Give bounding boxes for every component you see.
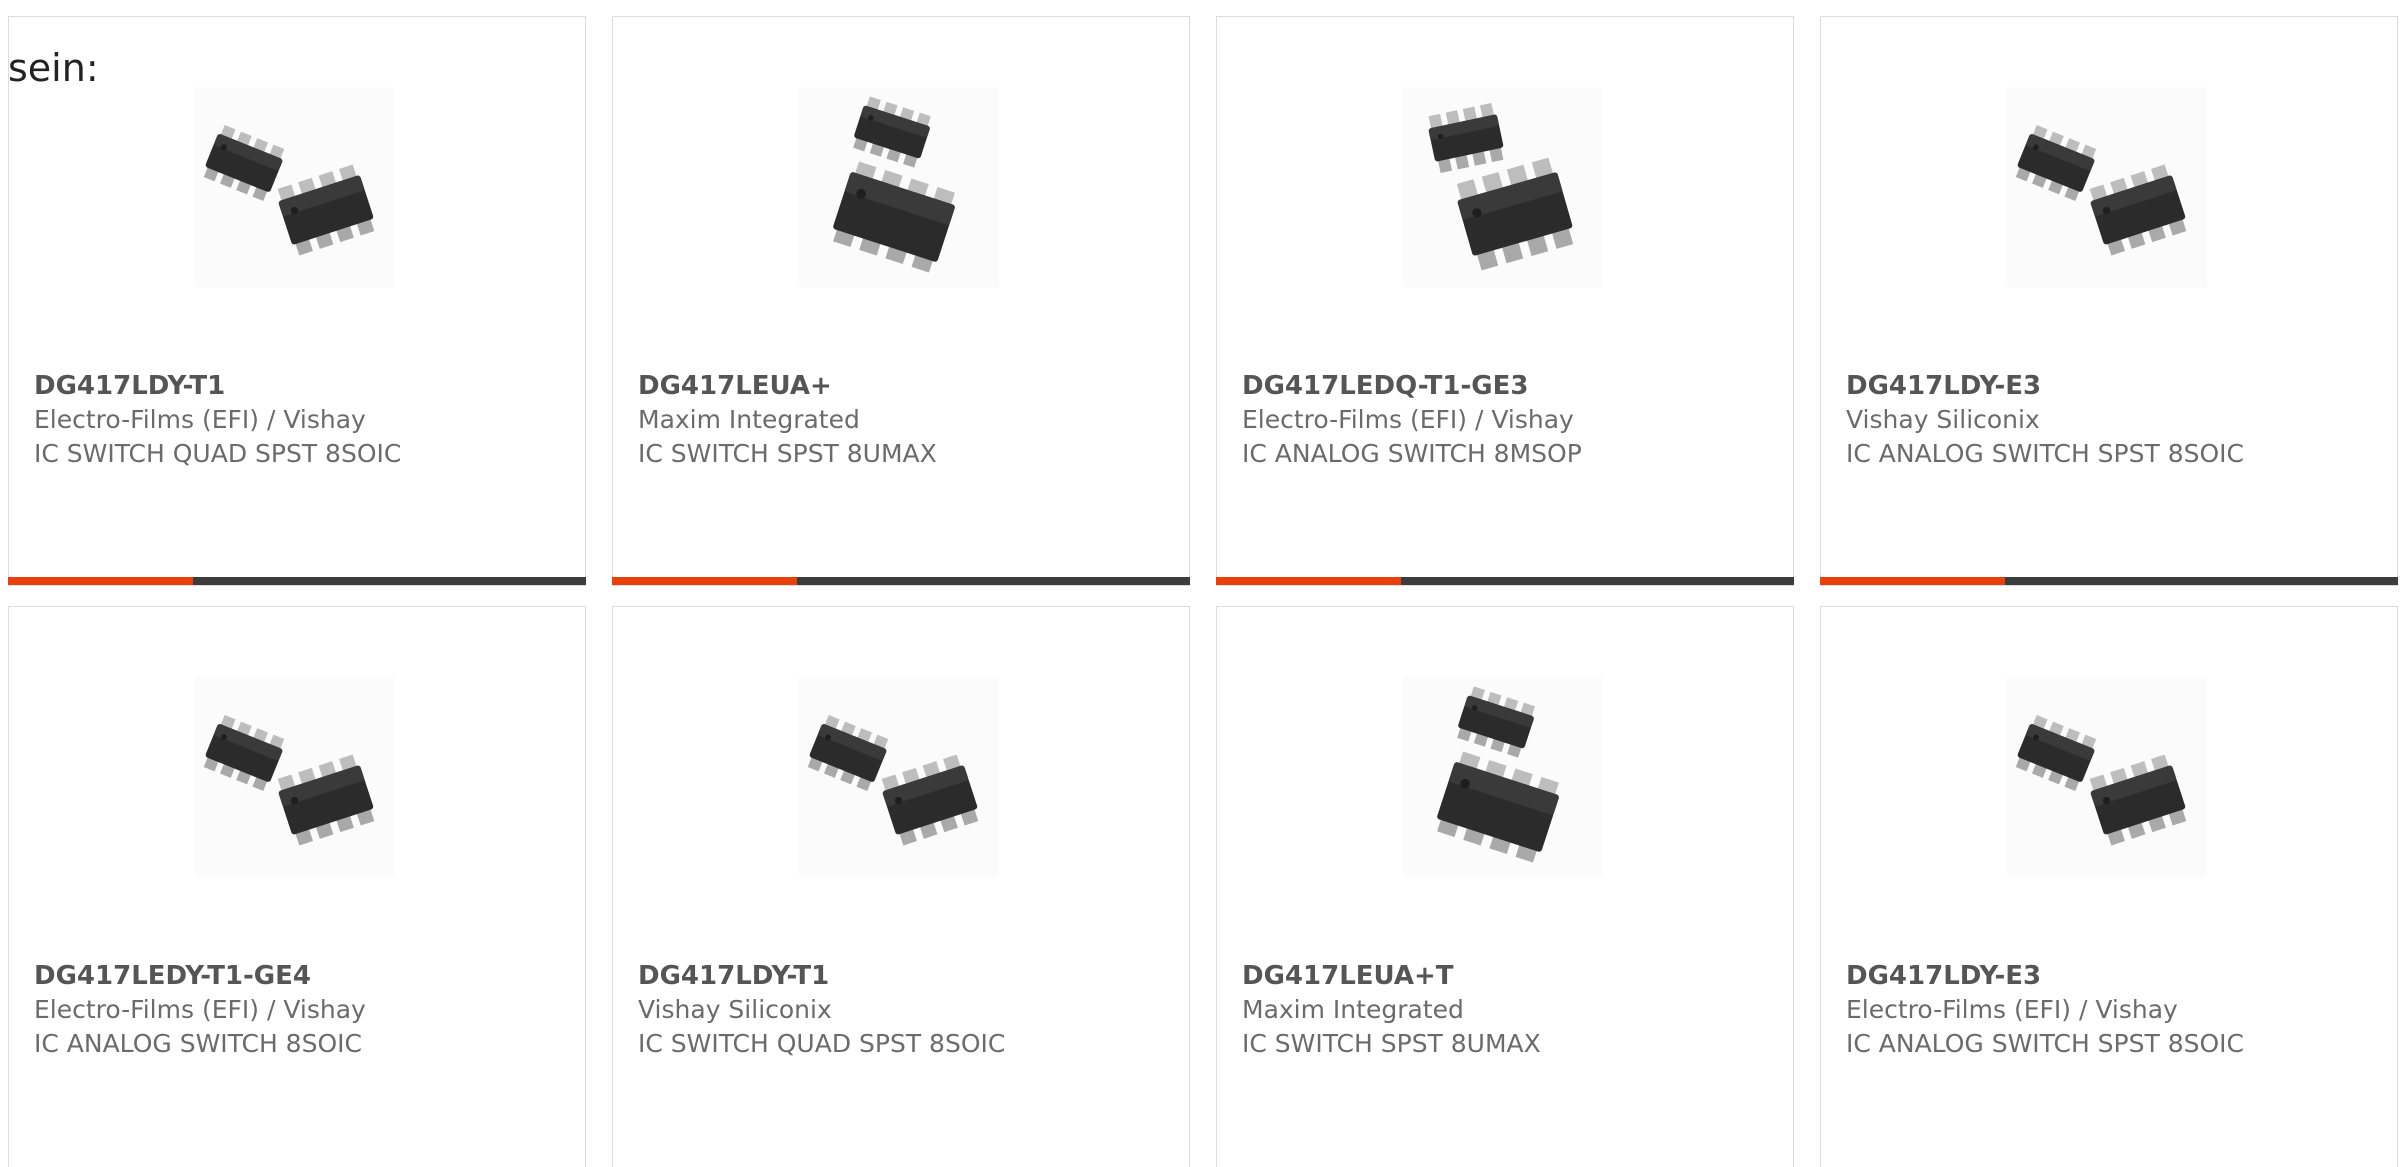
part-number[interactable]: DG417LEUA+T — [1242, 961, 1453, 991]
chip-package-image — [1403, 677, 1603, 877]
product-card[interactable]: DG417LEDQ-T1-GE3 Electro-Films (EFI) / V… — [1216, 16, 1794, 586]
progress-accent — [1216, 577, 1401, 585]
manufacturer: Electro-Films (EFI) / Vishay — [34, 995, 366, 1024]
part-number[interactable]: DG417LDY-T1 — [34, 371, 225, 401]
description: IC SWITCH QUAD SPST 8SOIC — [34, 439, 402, 468]
product-card[interactable]: DG417LDY-T1 Electro-Films (EFI) / Vishay… — [8, 16, 586, 586]
manufacturer: Vishay Siliconix — [638, 995, 832, 1024]
description: IC SWITCH SPST 8UMAX — [1242, 1029, 1541, 1058]
part-number[interactable]: DG417LEDY-T1-GE4 — [34, 961, 311, 991]
manufacturer: Electro-Films (EFI) / Vishay — [34, 405, 366, 434]
product-card[interactable]: DG417LEUA+ Maxim Integrated IC SWITCH SP… — [612, 16, 1190, 586]
chip-package-image — [1403, 87, 1603, 287]
progress-accent — [612, 577, 797, 585]
part-number[interactable]: DG417LEDQ-T1-GE3 — [1242, 371, 1528, 401]
intro-text: sein: — [8, 46, 99, 90]
product-card[interactable]: DG417LEUA+T Maxim Integrated IC SWITCH S… — [1216, 606, 1794, 1167]
product-grid-page: sein: DG417LDY-T1 Electro-Films (EFI) / … — [0, 0, 2400, 1167]
product-card[interactable]: DG417LDY-E3 Vishay Siliconix IC ANALOG S… — [1820, 16, 2398, 586]
part-number[interactable]: DG417LDY-E3 — [1846, 961, 2041, 991]
description: IC ANALOG SWITCH 8SOIC — [34, 1029, 362, 1058]
chip-package-image — [799, 87, 999, 287]
card-footer-bar — [1820, 577, 2398, 585]
card-footer-bar — [1216, 577, 1794, 585]
description: IC ANALOG SWITCH 8MSOP — [1242, 439, 1582, 468]
part-number[interactable]: DG417LDY-E3 — [1846, 371, 2041, 401]
product-card[interactable]: DG417LDY-E3 Electro-Films (EFI) / Vishay… — [1820, 606, 2398, 1167]
card-footer-bar — [612, 577, 1190, 585]
chip-package-image — [2007, 677, 2207, 877]
description: IC ANALOG SWITCH SPST 8SOIC — [1846, 439, 2244, 468]
description: IC ANALOG SWITCH SPST 8SOIC — [1846, 1029, 2244, 1058]
manufacturer: Electro-Films (EFI) / Vishay — [1242, 405, 1574, 434]
description: IC SWITCH SPST 8UMAX — [638, 439, 937, 468]
chip-package-image — [2007, 87, 2207, 287]
progress-accent — [8, 577, 193, 585]
part-number[interactable]: DG417LDY-T1 — [638, 961, 829, 991]
card-footer-bar — [8, 577, 586, 585]
description: IC SWITCH QUAD SPST 8SOIC — [638, 1029, 1006, 1058]
manufacturer: Maxim Integrated — [638, 405, 860, 434]
product-card[interactable]: DG417LEDY-T1-GE4 Electro-Films (EFI) / V… — [8, 606, 586, 1167]
chip-package-image — [195, 87, 395, 287]
progress-accent — [1820, 577, 2005, 585]
manufacturer: Electro-Films (EFI) / Vishay — [1846, 995, 2178, 1024]
product-card[interactable]: DG417LDY-T1 Vishay Siliconix IC SWITCH Q… — [612, 606, 1190, 1167]
manufacturer: Vishay Siliconix — [1846, 405, 2040, 434]
chip-package-image — [195, 677, 395, 877]
chip-package-image — [799, 677, 999, 877]
manufacturer: Maxim Integrated — [1242, 995, 1464, 1024]
part-number[interactable]: DG417LEUA+ — [638, 371, 832, 401]
